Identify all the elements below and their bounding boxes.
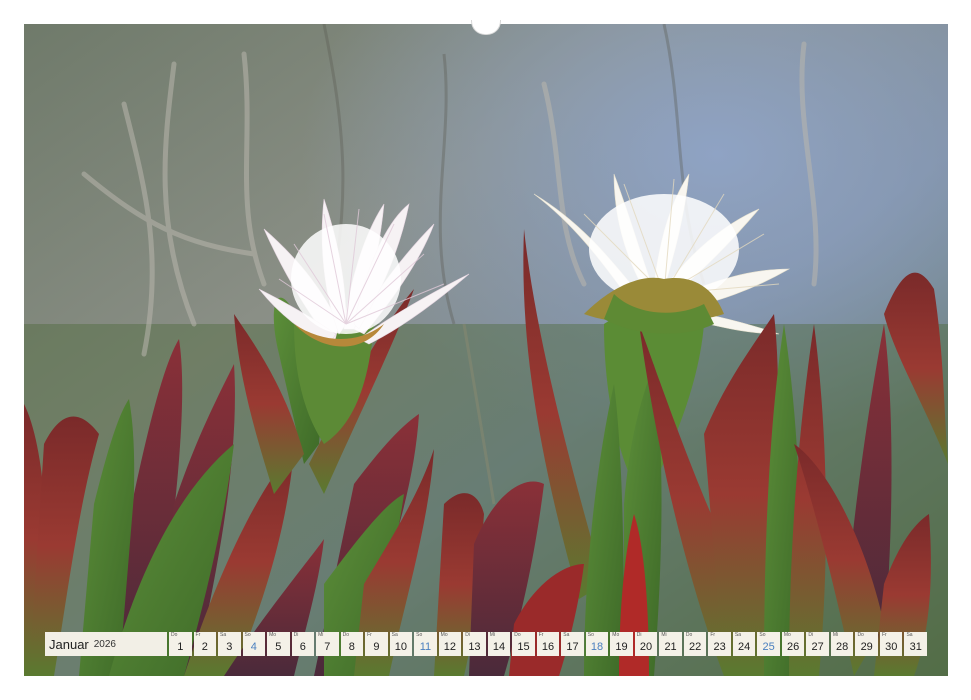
day-cell: So 18 xyxy=(585,632,609,656)
weekday-label: Fr xyxy=(367,632,372,638)
weekday-label: Fr xyxy=(710,632,716,638)
weekday-label: Sa xyxy=(391,632,398,638)
month-name: Januar xyxy=(49,636,89,652)
day-cell: Fr 16 xyxy=(536,632,560,656)
day-number: 26 xyxy=(787,641,800,653)
weekday-label: Sa xyxy=(734,632,741,638)
day-number: 3 xyxy=(226,641,233,653)
day-cell: Mo 26 xyxy=(781,632,805,656)
weekday-label: Mi xyxy=(489,632,495,638)
weekday-label: Di xyxy=(636,632,642,638)
day-number: 21 xyxy=(664,641,677,653)
weekday-label: Do xyxy=(685,632,693,638)
weekday-label: So xyxy=(416,632,423,638)
weekday-label: Di xyxy=(293,632,299,638)
weekday-label: Fr xyxy=(538,632,544,638)
day-number: 10 xyxy=(394,641,408,653)
weekday-label: Fr xyxy=(195,632,201,638)
day-cell: Sa 10 xyxy=(389,632,413,656)
day-number: 7 xyxy=(324,641,331,653)
day-cell: Fr 9 xyxy=(365,632,388,656)
day-number: 17 xyxy=(566,641,579,653)
weekday-label: Sa xyxy=(220,632,227,638)
day-number: 31 xyxy=(909,641,922,653)
day-number: 29 xyxy=(860,641,873,653)
day-number: 1 xyxy=(177,641,184,653)
day-cell: So 4 xyxy=(242,632,266,656)
day-number: 13 xyxy=(468,641,481,653)
day-cell: Di 20 xyxy=(634,632,658,656)
day-cell: So 25 xyxy=(757,632,780,656)
day-number: 2 xyxy=(201,641,208,653)
day-number: 30 xyxy=(885,641,898,653)
day-cell: Do 22 xyxy=(683,632,707,656)
day-number: 11 xyxy=(419,641,432,653)
weekday-label: Mi xyxy=(832,632,839,638)
day-cell: Di 13 xyxy=(463,632,486,656)
weekday-label: Di xyxy=(808,632,814,638)
weekday-label: Do xyxy=(342,632,350,638)
weekday-label: Mo xyxy=(269,632,277,638)
day-cell: Fr 23 xyxy=(708,632,731,656)
day-cell: Mi 14 xyxy=(487,632,511,656)
day-cell: Do 8 xyxy=(340,632,364,656)
weekday-label: Sa xyxy=(906,632,913,638)
calendar-strip: Januar 2026 Do 1 Fr 2 Sa 3 So 4 Mo 5 Di 6 Mi 7 Do 8 Fr 9 S… xyxy=(45,632,927,656)
weekday-label: Mi xyxy=(661,632,667,638)
day-cell: Mo 12 xyxy=(438,632,462,656)
day-cell: Do 29 xyxy=(855,632,878,656)
day-number: 22 xyxy=(688,641,702,653)
calendar-photo xyxy=(24,24,948,676)
day-number: 5 xyxy=(275,641,282,653)
day-cell: Mi 7 xyxy=(316,632,339,656)
weekday-label: Mi xyxy=(318,632,324,638)
day-number: 8 xyxy=(348,641,355,653)
weekday-label: So xyxy=(759,632,766,638)
day-number: 27 xyxy=(811,641,824,653)
day-number: 18 xyxy=(590,641,604,653)
day-number: 19 xyxy=(615,641,628,653)
weekday-label: Do xyxy=(171,632,178,638)
day-cell: Do 1 xyxy=(169,632,192,656)
day-cell: Di 6 xyxy=(291,632,315,656)
weekday-label: Do xyxy=(857,632,864,638)
day-cell: Di 27 xyxy=(806,632,829,656)
day-cell: Sa 31 xyxy=(904,632,927,656)
day-cell: Mo 19 xyxy=(610,632,633,656)
day-cell: Sa 24 xyxy=(732,632,756,656)
weekday-label: Do xyxy=(514,632,521,638)
weekday-label: So xyxy=(587,632,594,638)
day-number: 15 xyxy=(517,641,530,653)
day-number: 20 xyxy=(639,641,653,653)
day-cell: Sa 3 xyxy=(218,632,241,656)
day-number: 14 xyxy=(492,641,506,653)
weekday-label: So xyxy=(244,632,251,638)
weekday-label: Sa xyxy=(563,632,570,638)
weekday-label: Mo xyxy=(783,632,791,638)
day-cell: Mi 28 xyxy=(830,632,854,656)
day-cell: Do 15 xyxy=(512,632,535,656)
day-cell: Mo 5 xyxy=(267,632,290,656)
day-cell: Sa 17 xyxy=(561,632,584,656)
day-number: 23 xyxy=(713,641,726,653)
day-number: 25 xyxy=(762,641,775,653)
weekday-label: Di xyxy=(465,632,470,638)
day-number: 6 xyxy=(299,641,306,653)
weekday-label: Mo xyxy=(612,632,620,638)
day-cell: Mi 21 xyxy=(659,632,682,656)
day-number: 12 xyxy=(443,641,457,653)
month-label-box: Januar 2026 xyxy=(45,632,167,656)
weekday-label: Mo xyxy=(440,632,448,638)
day-cell: Fr 30 xyxy=(879,632,903,656)
day-number: 9 xyxy=(373,641,380,653)
day-number: 24 xyxy=(737,641,751,653)
day-cell: So 11 xyxy=(414,632,437,656)
day-number: 4 xyxy=(250,641,257,653)
day-number: 16 xyxy=(541,641,555,653)
weekday-label: Fr xyxy=(881,632,887,638)
day-number: 28 xyxy=(836,641,849,653)
year-label: 2026 xyxy=(93,638,116,650)
day-cell: Fr 2 xyxy=(193,632,217,656)
day-cells: Do 1 Fr 2 Sa 3 So 4 Mo 5 Di 6 Mi 7 Do 8 Fr 9 Sa 10 So 11 Mo 12 D… xyxy=(169,632,927,656)
